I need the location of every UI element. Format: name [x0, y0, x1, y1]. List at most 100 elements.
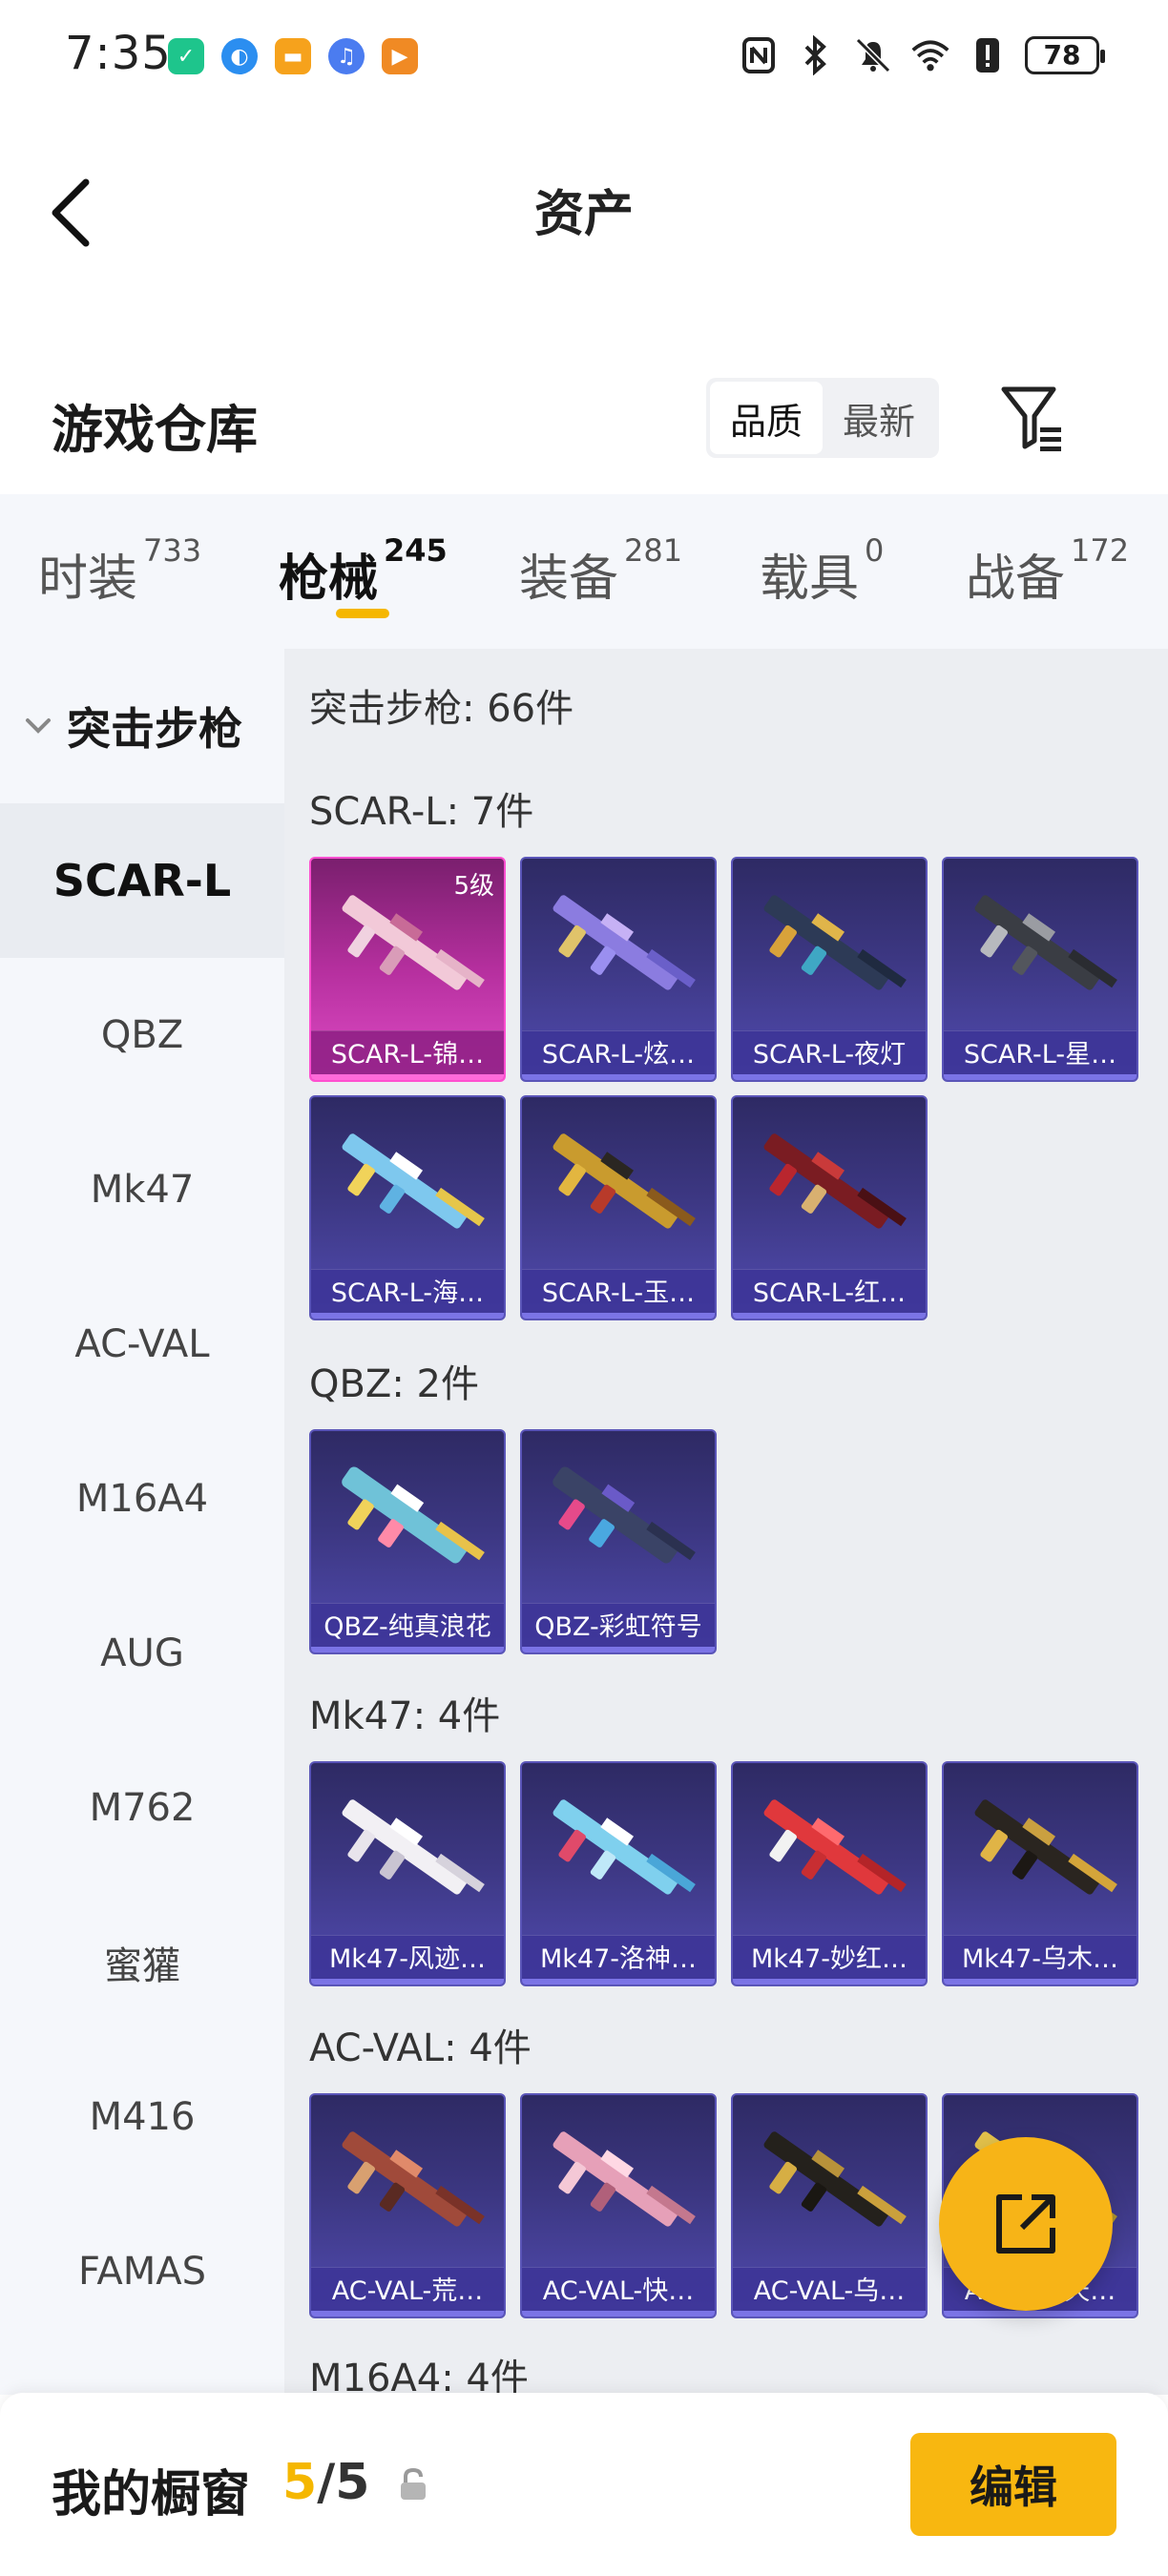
- skin-card[interactable]: AC-VAL-乌…: [731, 2093, 928, 2318]
- skin-name: Mk47-洛神…: [522, 1935, 715, 1984]
- sidebar-item-qbz[interactable]: QBZ: [0, 958, 284, 1112]
- folder-app-icon: ▬: [275, 38, 311, 74]
- rifle-icon: [974, 1799, 1117, 1895]
- rarity-bar: [733, 1074, 926, 1080]
- battery-indicator: 78: [1025, 36, 1105, 74]
- sidebar-item-m762[interactable]: M762: [0, 1731, 284, 1885]
- rarity-bar: [944, 1074, 1137, 1080]
- rarity-bar: [311, 1074, 504, 1080]
- section-title-ac-val: AC-VAL: 4件: [309, 2026, 532, 2070]
- status-app-icons: ✓ ◐ ▬ ♫ ▶: [168, 38, 418, 74]
- sidebar-group-label: 突击步枪: [67, 703, 242, 755]
- skin-card[interactable]: SCAR-L-海…: [309, 1095, 506, 1320]
- showcase-count-current: 5: [282, 2454, 318, 2511]
- sidebar-item-m416[interactable]: M416: [0, 2040, 284, 2194]
- skin-card[interactable]: AC-VAL-荒…: [309, 2093, 506, 2318]
- tab-battle-gear[interactable]: 战备 172: [966, 494, 1129, 649]
- rarity-bar: [311, 1647, 504, 1652]
- sort-newest-button[interactable]: 最新: [823, 382, 935, 454]
- sidebar-item-famas[interactable]: FAMAS: [0, 2194, 284, 2349]
- rarity-bar: [944, 2311, 1137, 2316]
- skin-name: SCAR-L-海…: [311, 1269, 504, 1319]
- skin-name: QBZ-彩虹符号: [522, 1603, 715, 1652]
- rarity-bar: [733, 1979, 926, 1984]
- skin-card[interactable]: Mk47-妙红…: [731, 1761, 928, 1986]
- skin-card[interactable]: QBZ-彩虹符号: [520, 1429, 717, 1654]
- rifle-icon: [553, 1133, 696, 1229]
- filter-icon: [1001, 386, 1061, 451]
- skin-name: SCAR-L-锦…: [311, 1030, 504, 1080]
- showcase-bar: 我的橱窗 5/5 编辑: [0, 2393, 1168, 2576]
- sidebar-group-assault-rifles[interactable]: 突击步枪: [0, 649, 284, 803]
- rifle-icon: [763, 1133, 907, 1229]
- tab-label: 时装: [38, 551, 138, 608]
- section-grid-scar-l: 5级 SCAR-L-锦… SCAR-L-炫… SCAR-L-夜灯 SCAR-L-…: [309, 857, 1138, 1320]
- skin-card[interactable]: SCAR-L-红…: [731, 1095, 928, 1320]
- skin-card[interactable]: QBZ-纯真浪花: [309, 1429, 506, 1654]
- showcase-count: 5/5: [282, 2454, 369, 2511]
- skin-name: AC-VAL-乌…: [733, 2267, 926, 2316]
- section-grid-mk47: Mk47-风迹… Mk47-洛神… Mk47-妙红… Mk47-乌木…: [309, 1761, 1138, 1986]
- showcase-count-separator: /: [317, 2454, 336, 2511]
- bluetooth-icon: [796, 34, 836, 76]
- wifi-icon: [910, 34, 950, 76]
- edit-button[interactable]: 编辑: [910, 2433, 1116, 2536]
- skin-name: AC-VAL-荒…: [311, 2267, 504, 2316]
- skin-card[interactable]: Mk47-风迹…: [309, 1761, 506, 1986]
- weapon-sidebar: 突击步枪 SCAR-L QBZ Mk47 AC-VAL M16A4 AUG M7…: [0, 649, 284, 2395]
- skin-name: SCAR-L-炫…: [522, 1030, 715, 1080]
- tab-label: 战备: [966, 551, 1066, 608]
- category-count-heading: 突击步枪: 66件: [309, 687, 574, 731]
- rarity-bar: [522, 1074, 715, 1080]
- rifle-icon: [342, 1799, 485, 1895]
- rifle-icon: [974, 895, 1117, 990]
- rarity-bar: [311, 2311, 504, 2316]
- tab-count: 172: [1071, 532, 1130, 569]
- skin-card[interactable]: SCAR-L-星…: [942, 857, 1138, 1082]
- rifle-icon: [763, 1799, 907, 1895]
- skin-name: AC-VAL-快…: [522, 2267, 715, 2316]
- rifle-icon: [553, 895, 696, 990]
- tab-firearms[interactable]: 枪械 245: [279, 494, 448, 649]
- rarity-bar: [733, 2311, 926, 2316]
- rifle-icon: [553, 2131, 696, 2227]
- sidebar-item-honey-badger[interactable]: 蜜獾: [0, 1885, 284, 2040]
- page-title: 资产: [533, 186, 634, 243]
- skin-card[interactable]: Mk47-洛神…: [520, 1761, 717, 1986]
- skin-card[interactable]: SCAR-L-玉…: [520, 1095, 717, 1320]
- skin-card[interactable]: SCAR-L-炫…: [520, 857, 717, 1082]
- rarity-bar: [522, 1313, 715, 1319]
- skin-name: Mk47-乌木…: [944, 1935, 1137, 1984]
- sidebar-item-m16a4[interactable]: M16A4: [0, 1422, 284, 1576]
- status-indicators: 78: [739, 34, 1105, 76]
- sidebar-item-aug[interactable]: AUG: [0, 1576, 284, 1731]
- skin-card[interactable]: Mk47-乌木…: [942, 1761, 1138, 1986]
- bell-muted-icon: [853, 34, 893, 76]
- category-tabs: 时装 733 枪械 245 装备 281 载具 0 战备 172: [0, 494, 1168, 649]
- tab-count: 0: [865, 532, 885, 569]
- skin-card[interactable]: 5级 SCAR-L-锦…: [309, 857, 506, 1082]
- sidebar-item-scar-l[interactable]: SCAR-L: [0, 803, 284, 958]
- section-title-qbz: QBZ: 2件: [309, 1362, 479, 1406]
- tab-count: 281: [624, 532, 683, 569]
- filter-button[interactable]: [998, 380, 1067, 456]
- skin-card[interactable]: AC-VAL-快…: [520, 2093, 717, 2318]
- sort-quality-button[interactable]: 品质: [710, 382, 823, 454]
- rarity-bar: [522, 2311, 715, 2316]
- browser-app-icon: ◐: [221, 38, 258, 74]
- nfc-icon: [739, 34, 779, 76]
- skin-name: SCAR-L-玉…: [522, 1269, 715, 1319]
- sidebar-item-mk47[interactable]: Mk47: [0, 1112, 284, 1267]
- tab-equipment[interactable]: 装备 281: [519, 494, 682, 649]
- tab-vehicles[interactable]: 载具 0: [760, 494, 884, 649]
- skin-card[interactable]: SCAR-L-夜灯: [731, 857, 928, 1082]
- tab-fashion[interactable]: 时装 733: [38, 494, 201, 649]
- rarity-bar: [522, 1979, 715, 1984]
- sidebar-item-ac-val[interactable]: AC-VAL: [0, 1267, 284, 1422]
- rifle-icon: [763, 895, 907, 990]
- rifle-icon: [342, 1133, 485, 1229]
- rifle-icon: [553, 1799, 696, 1895]
- rifle-icon: [342, 2131, 485, 2227]
- share-button[interactable]: [939, 2137, 1113, 2311]
- skin-name: SCAR-L-星…: [944, 1030, 1137, 1080]
